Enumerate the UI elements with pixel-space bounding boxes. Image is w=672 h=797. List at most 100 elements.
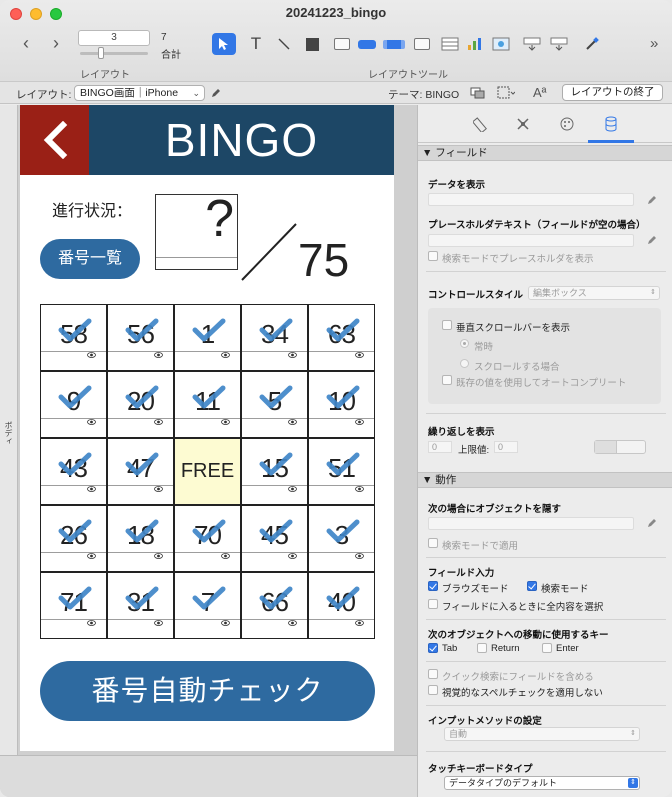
button-tool-icon[interactable] (355, 33, 379, 55)
field-entry-label: フィールド入力 (428, 568, 495, 579)
repeat-orientation-control[interactable] (594, 440, 646, 454)
bingo-free-cell[interactable]: FREE (174, 438, 241, 505)
bingo-cell[interactable]: 15 (241, 438, 308, 505)
button-bar-tool-icon[interactable] (382, 33, 406, 55)
checked-count-field[interactable]: ? (155, 190, 238, 270)
field-tool-icon[interactable] (330, 33, 354, 55)
find-mode-checkbox[interactable] (527, 581, 537, 591)
layout-canvas: ボディ BINGO 進行状況： ? 75 番号一覧 58 56 1 34 63 9 20 11… (0, 105, 417, 797)
format-painter-icon[interactable] (580, 33, 604, 55)
bingo-cell[interactable]: 43 (40, 438, 107, 505)
field-section-header[interactable]: ▼ フィールド (418, 145, 672, 161)
record-slider-knob[interactable] (98, 47, 104, 59)
checkmark-icon (125, 586, 159, 610)
tab-control-tool-icon[interactable] (410, 33, 434, 55)
exit-layout-button[interactable]: レイアウトの終了 (562, 84, 663, 101)
bingo-cell[interactable]: 66 (241, 572, 308, 639)
data-tab-icon[interactable] (600, 113, 622, 135)
bingo-cell[interactable]: 20 (107, 371, 174, 438)
visibility-badge-icon (355, 419, 364, 425)
bingo-cell[interactable]: 70 (174, 505, 241, 572)
position-tab-icon[interactable] (470, 113, 492, 135)
line-tool-icon[interactable] (272, 33, 296, 55)
more-tools-icon[interactable]: » (650, 36, 658, 51)
theme-icon[interactable] (470, 87, 486, 99)
insert-part-icon[interactable] (547, 33, 571, 55)
placeholder-field[interactable] (428, 234, 634, 247)
quick-find-checkbox[interactable] (428, 669, 438, 679)
body-part-tab[interactable]: ボディ (0, 105, 18, 755)
inspector-panel: ▼ フィールド データを表示 プレースホルダテキスト（フィールドが空の場合） 検… (417, 105, 672, 797)
bingo-cell[interactable]: 34 (241, 304, 308, 371)
bingo-cell[interactable]: 45 (241, 505, 308, 572)
bingo-cell[interactable]: 1 (174, 304, 241, 371)
bingo-cell[interactable]: 31 (107, 572, 174, 639)
tab-key-checkbox[interactable] (428, 643, 438, 653)
styles-tab-icon[interactable] (512, 113, 534, 135)
bingo-cell[interactable]: 47 (107, 438, 174, 505)
grid-settings-icon[interactable] (497, 86, 515, 100)
bingo-cell[interactable]: 71 (40, 572, 107, 639)
display-data-label: データを表示 (428, 180, 486, 191)
always-radio[interactable] (460, 339, 469, 348)
return-key-checkbox[interactable] (477, 643, 487, 653)
bingo-cell[interactable]: 11 (174, 371, 241, 438)
repeat-max-field[interactable]: 0 (494, 441, 518, 453)
autocomplete-checkbox[interactable] (442, 375, 452, 385)
bingo-cell[interactable]: 26 (40, 505, 107, 572)
when-scrolling-radio[interactable] (460, 359, 469, 368)
hide-object-field[interactable] (428, 517, 634, 530)
repeat-start-field[interactable]: 0 (428, 441, 452, 453)
bingo-cell[interactable]: 18 (107, 505, 174, 572)
text-format-icon[interactable]: Aª (533, 85, 546, 100)
edit-display-data-icon[interactable] (646, 194, 658, 206)
portal-tool-icon[interactable] (438, 33, 462, 55)
bingo-cell[interactable]: 9 (40, 371, 107, 438)
bingo-cell[interactable]: 10 (308, 371, 375, 438)
select-all-checkbox[interactable] (428, 599, 438, 609)
shape-tool-icon[interactable] (300, 33, 324, 55)
show-placeholder-find-checkbox[interactable] (428, 251, 438, 261)
bingo-cell[interactable]: 51 (308, 438, 375, 505)
display-data-field[interactable] (428, 193, 634, 206)
auto-check-button[interactable]: 番号自動チェック (40, 661, 375, 721)
bingo-cell[interactable]: 56 (107, 304, 174, 371)
bingo-cell[interactable]: 5 (241, 371, 308, 438)
record-slider[interactable] (80, 47, 148, 59)
chart-tool-icon[interactable] (463, 33, 487, 55)
previous-record-icon[interactable]: ‹ (23, 34, 29, 52)
apply-in-find-checkbox[interactable] (428, 538, 438, 548)
bingo-cell[interactable]: 7 (174, 572, 241, 639)
bingo-cell[interactable]: 40 (308, 572, 375, 639)
web-viewer-tool-icon[interactable] (489, 33, 513, 55)
edit-layout-icon[interactable] (210, 87, 222, 99)
visibility-badge-icon (288, 419, 297, 425)
number-list-button[interactable]: 番号一覧 (40, 239, 140, 279)
field-baseline (309, 351, 374, 352)
control-style-select[interactable]: 編集ボックス ⇕ (528, 286, 660, 300)
appearance-tab-icon[interactable] (556, 113, 578, 135)
layout-select[interactable]: BINGO画面｜iPhone ⌄ (74, 85, 205, 101)
browse-mode-checkbox[interactable] (428, 581, 438, 591)
back-button[interactable] (20, 105, 89, 175)
touch-keyboard-select[interactable]: データタイプのデフォルト ⇕ (444, 776, 640, 790)
layout-label: レイアウト: (16, 89, 72, 101)
input-method-select[interactable]: 自動 ⇕ (444, 727, 640, 741)
divider (426, 413, 666, 414)
text-tool-icon[interactable]: T (244, 33, 268, 55)
edit-hide-condition-icon[interactable] (646, 517, 658, 529)
next-record-icon[interactable]: › (53, 34, 59, 52)
edit-placeholder-icon[interactable] (646, 234, 658, 246)
spellcheck-checkbox[interactable] (428, 685, 438, 695)
vertical-orientation-option[interactable] (595, 441, 617, 453)
show-vscroll-checkbox[interactable] (442, 320, 452, 330)
enter-key-checkbox[interactable] (542, 643, 552, 653)
insert-field-icon[interactable] (520, 33, 544, 55)
record-number-field[interactable]: 3 (78, 30, 150, 46)
behavior-section-header[interactable]: ▼ 動作 (418, 472, 672, 488)
bingo-cell[interactable]: 3 (308, 505, 375, 572)
bingo-screen: BINGO 進行状況： ? 75 番号一覧 58 56 1 34 63 9 20 11 5 10 4… (20, 105, 394, 751)
pointer-tool-icon[interactable] (212, 33, 236, 55)
bingo-cell[interactable]: 63 (308, 304, 375, 371)
bingo-cell[interactable]: 58 (40, 304, 107, 371)
